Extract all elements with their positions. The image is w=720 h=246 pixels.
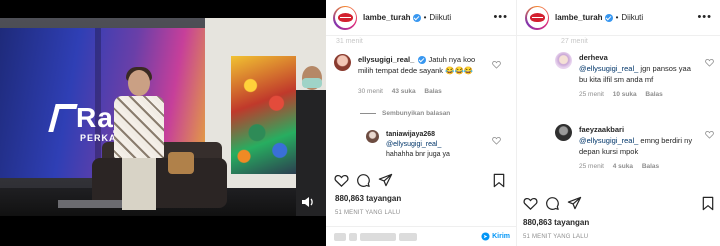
- comment-time: 25 menit: [579, 91, 604, 98]
- reply-button[interactable]: Balas: [645, 91, 662, 98]
- add-comment-bar[interactable]: Kirim: [326, 226, 516, 246]
- instagram-post-panel-1: lambe_turah • Diikuti ••• 31 menit ellys…: [326, 0, 516, 246]
- like-heart-icon[interactable]: [523, 196, 538, 211]
- post-header: lambe_turah • Diikuti •••: [326, 0, 516, 36]
- send-comment-button[interactable]: Kirim: [481, 232, 510, 241]
- video-frame[interactable]: Raja PERKAKA: [0, 18, 326, 216]
- comment-bubble-icon[interactable]: [356, 173, 371, 188]
- account-username[interactable]: lambe_turah: [555, 13, 603, 22]
- post-time: 51 MENIT YANG LALU: [335, 210, 401, 216]
- comment-meta: 25 menit 4 suka Balas: [579, 161, 695, 172]
- faded-timestamp: 27 menit: [561, 38, 588, 45]
- reply-button[interactable]: Balas: [642, 163, 659, 170]
- instagram-post-panel-2: lambe_turah • Diikuti ••• 27 menit derhe…: [516, 0, 720, 246]
- comment-meta: 30 menit 43 suka Balas: [358, 86, 486, 97]
- reply-item: taniawijaya268 @ellysugigi_real_ hahahha…: [366, 130, 512, 160]
- send-label: Kirim: [492, 233, 510, 240]
- emoji-placeholder: [334, 232, 346, 241]
- send-icon: [481, 232, 490, 241]
- like-comment-heart-icon[interactable]: [492, 60, 501, 69]
- faded-timestamp: 31 menit: [336, 38, 363, 45]
- lips-logo-icon: [529, 13, 545, 22]
- comment-username[interactable]: faeyzaakbari: [579, 125, 624, 134]
- account-username[interactable]: lambe_turah: [363, 13, 411, 22]
- volume-icon[interactable]: [300, 194, 316, 210]
- comment-username[interactable]: derheva: [579, 53, 608, 62]
- commenter-avatar[interactable]: [334, 54, 351, 71]
- commenter-avatar[interactable]: [555, 124, 572, 141]
- post-actions: [517, 196, 720, 214]
- reply-button[interactable]: Balas: [424, 88, 441, 95]
- reply-avatar[interactable]: [366, 130, 379, 143]
- comment-likes[interactable]: 10 suka: [613, 91, 637, 98]
- comment-likes[interactable]: 43 suka: [392, 88, 416, 95]
- wall-painting: [231, 56, 296, 174]
- person-patterned-jacket: [108, 67, 178, 210]
- view-count[interactable]: 880,863 tayangan: [523, 218, 589, 227]
- comment-item: derheva @ellysugigi_real_ jgn pansos yaa…: [555, 52, 715, 100]
- comment-bubble-icon[interactable]: [545, 196, 560, 211]
- comment-item: ellysugigi_real_ Jatuh nya koo milih tem…: [334, 54, 510, 97]
- post-actions: [326, 173, 516, 191]
- account-avatar[interactable]: [525, 5, 549, 30]
- like-comment-heart-icon[interactable]: [705, 58, 714, 67]
- verified-badge-icon: [418, 56, 427, 65]
- following-status[interactable]: Diikuti: [621, 13, 643, 22]
- comment-username[interactable]: ellysugigi_real_: [358, 55, 414, 64]
- post-header: lambe_turah • Diikuti •••: [517, 0, 720, 36]
- share-paper-plane-icon[interactable]: [567, 196, 582, 211]
- save-bookmark-icon[interactable]: [701, 196, 715, 211]
- save-bookmark-icon[interactable]: [492, 173, 506, 188]
- comment-meta: 25 menit 10 suka Balas: [579, 89, 695, 100]
- more-options-icon[interactable]: •••: [697, 12, 712, 23]
- hide-replies-toggle[interactable]: Sembunyikan balasan: [360, 110, 450, 117]
- blurred-text: [399, 232, 417, 241]
- blurred-text: [360, 232, 396, 241]
- separator-dot: •: [615, 13, 619, 22]
- comment-item: faeyzaakbari @ellysugigi_real_ emng berd…: [555, 124, 715, 172]
- separator-dot: •: [423, 13, 427, 22]
- account-avatar[interactable]: [333, 5, 357, 30]
- comment-likes[interactable]: 4 suka: [613, 163, 633, 170]
- hide-replies-label: Sembunyikan balasan: [382, 110, 451, 117]
- commenter-avatar[interactable]: [555, 52, 572, 69]
- verified-badge-icon: [412, 13, 421, 22]
- comment-mention[interactable]: @ellysugigi_real_: [579, 136, 638, 145]
- view-count[interactable]: 880,863 tayangan: [335, 194, 401, 203]
- verified-badge-icon: [604, 13, 613, 22]
- comment-time: 25 menit: [579, 163, 604, 170]
- reply-text: hahahha bnr juga ya: [386, 151, 450, 158]
- comment-time: 30 menit: [358, 88, 383, 95]
- video-player[interactable]: Raja PERKAKA: [0, 0, 326, 246]
- following-status[interactable]: Diikuti: [429, 13, 451, 22]
- comment-mention[interactable]: @ellysugigi_real_: [579, 64, 638, 73]
- like-heart-icon[interactable]: [334, 173, 349, 188]
- post-time: 51 MENIT YANG LALU: [523, 234, 589, 240]
- blurred-text: [349, 232, 357, 241]
- reply-mention[interactable]: @ellysugigi_real_: [386, 141, 441, 148]
- reply-username[interactable]: taniawijaya268: [386, 131, 435, 138]
- like-comment-heart-icon[interactable]: [705, 130, 714, 139]
- more-options-icon[interactable]: •••: [493, 12, 508, 23]
- like-reply-heart-icon[interactable]: [492, 136, 501, 145]
- lips-logo-icon: [337, 13, 353, 22]
- share-paper-plane-icon[interactable]: [378, 173, 393, 188]
